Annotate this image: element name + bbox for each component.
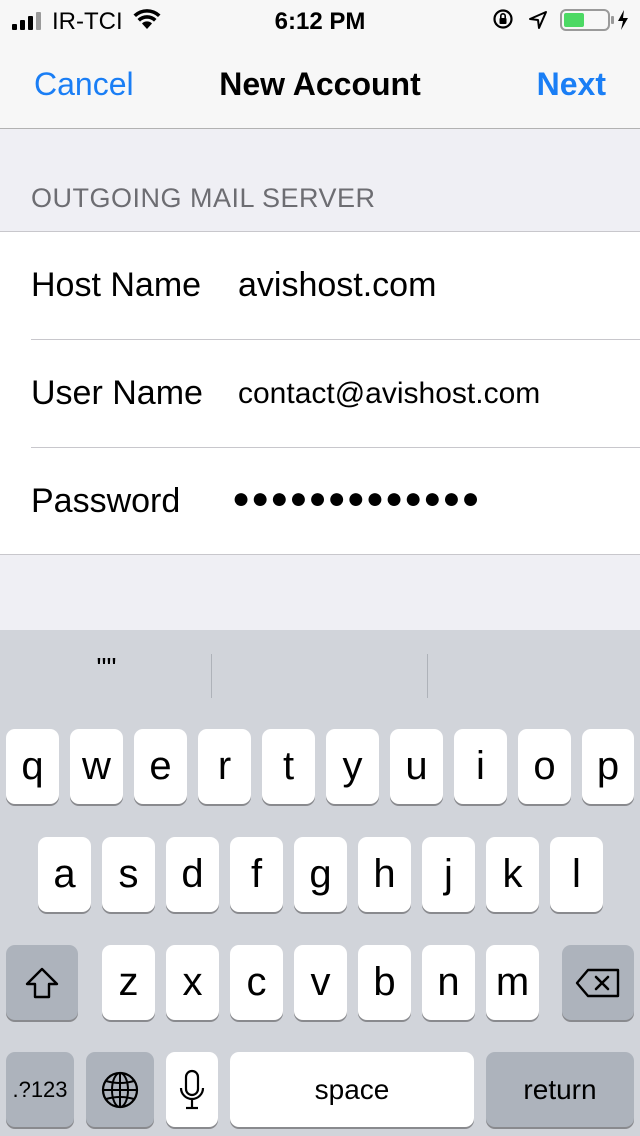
orientation-lock-icon — [493, 9, 513, 29]
key-x[interactable]: x — [166, 945, 219, 1020]
suggestion-2[interactable] — [213, 630, 426, 720]
space-key[interactable]: space — [230, 1052, 474, 1127]
predictive-bar: "" — [0, 630, 640, 720]
suggestion-divider — [211, 654, 212, 698]
return-key[interactable]: return — [486, 1052, 634, 1127]
host-name-row[interactable]: Host Name avishost.com — [0, 232, 640, 340]
battery-charging-icon — [560, 9, 628, 31]
key-b[interactable]: b — [358, 945, 411, 1020]
section-header: OUTGOING MAIL SERVER — [31, 183, 376, 213]
key-g[interactable]: g — [294, 837, 347, 912]
key-i[interactable]: i — [454, 729, 507, 804]
location-arrow-icon — [529, 11, 547, 29]
shift-icon — [25, 967, 59, 998]
suggestion-3[interactable] — [427, 630, 640, 720]
key-u[interactable]: u — [390, 729, 443, 804]
key-f[interactable]: f — [230, 837, 283, 912]
microphone-key[interactable] — [166, 1052, 218, 1127]
suggestion-1[interactable]: "" — [0, 630, 213, 720]
keyboard: "" q w e r t y u i o p a s d f g h j k l… — [0, 630, 640, 1136]
microphone-icon — [179, 1069, 205, 1109]
host-name-field[interactable]: avishost.com — [238, 266, 436, 305]
key-a[interactable]: a — [38, 837, 91, 912]
key-k[interactable]: k — [486, 837, 539, 912]
key-e[interactable]: e — [134, 729, 187, 804]
key-n[interactable]: n — [422, 945, 475, 1020]
outgoing-server-form: Host Name avishost.com User Name contact… — [0, 231, 640, 555]
key-d[interactable]: d — [166, 837, 219, 912]
key-w[interactable]: w — [70, 729, 123, 804]
key-q[interactable]: q — [6, 729, 59, 804]
password-label: Password — [31, 482, 181, 520]
key-h[interactable]: h — [358, 837, 411, 912]
numbers-key[interactable]: .?123 — [6, 1052, 74, 1127]
key-v[interactable]: v — [294, 945, 347, 1020]
globe-key[interactable] — [86, 1052, 154, 1127]
backspace-icon — [575, 968, 620, 997]
navigation-bar: Cancel New Account Next — [0, 40, 640, 129]
user-name-row[interactable]: User Name contact@avishost.com — [0, 340, 640, 448]
globe-icon — [101, 1071, 139, 1108]
user-name-label: User Name — [31, 374, 203, 412]
user-name-field[interactable]: contact@avishost.com — [238, 377, 540, 411]
key-j[interactable]: j — [422, 837, 475, 912]
next-button[interactable]: Next — [537, 66, 606, 103]
password-field[interactable]: ●●●●●●●●●●●●● — [232, 482, 481, 516]
host-name-label: Host Name — [31, 266, 202, 304]
key-s[interactable]: s — [102, 837, 155, 912]
backspace-key[interactable] — [562, 945, 634, 1020]
key-z[interactable]: z — [102, 945, 155, 1020]
key-p[interactable]: p — [582, 729, 634, 804]
shift-key[interactable] — [6, 945, 78, 1020]
key-y[interactable]: y — [326, 729, 379, 804]
password-row[interactable]: Password ●●●●●●●●●●●●● — [0, 448, 640, 556]
key-r[interactable]: r — [198, 729, 251, 804]
key-l[interactable]: l — [550, 837, 603, 912]
key-c[interactable]: c — [230, 945, 283, 1020]
key-t[interactable]: t — [262, 729, 315, 804]
status-bar: IR-TCI 6:12 PM — [0, 0, 640, 40]
key-o[interactable]: o — [518, 729, 571, 804]
key-m[interactable]: m — [486, 945, 539, 1020]
